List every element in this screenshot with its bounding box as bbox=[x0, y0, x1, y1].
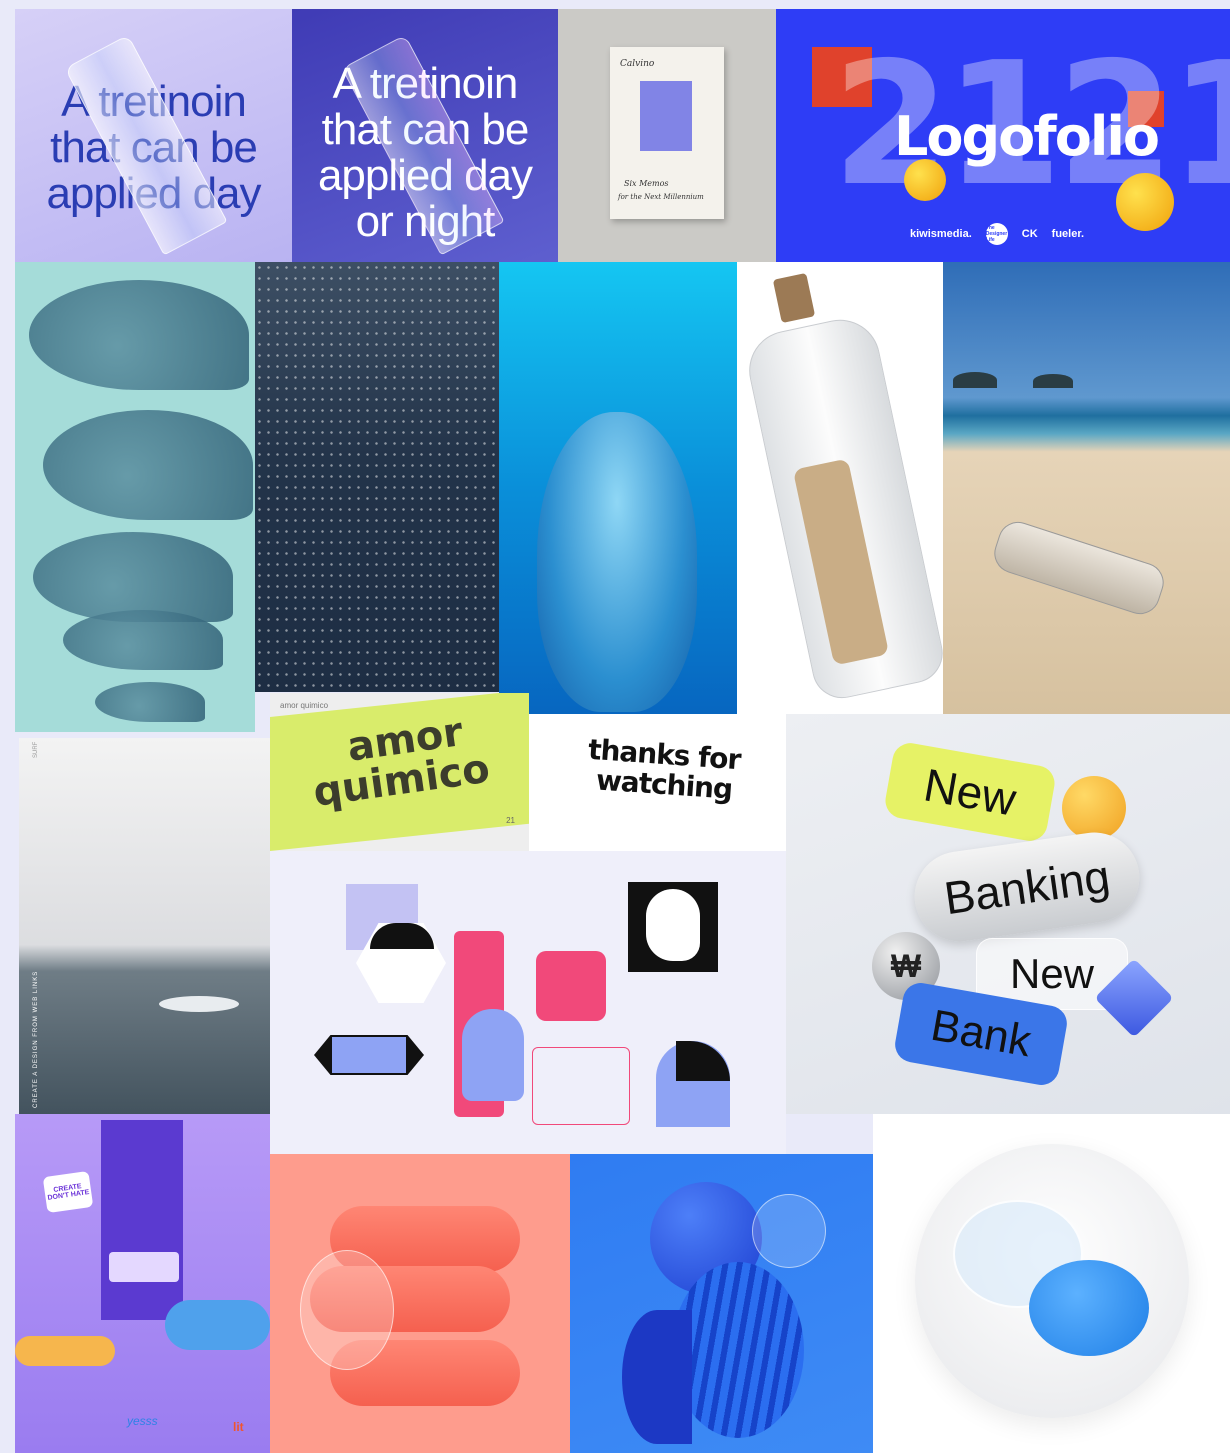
footer-logo: kiwismedia. bbox=[910, 228, 972, 240]
face-red-devil bbox=[536, 951, 606, 1021]
glass-disc bbox=[300, 1250, 394, 1370]
wave-image bbox=[33, 532, 233, 622]
bank-label: Bank bbox=[927, 1000, 1035, 1067]
book-cover: Calvino Six Memos for the Next Millenniu… bbox=[610, 47, 724, 219]
purple-lockers-tile[interactable]: CREATE DON'T HATE yesss lit bbox=[15, 1114, 270, 1453]
sparkle-texture bbox=[255, 262, 499, 692]
face-blue-in-puzzle bbox=[462, 1009, 524, 1101]
coral-cylinders-tile[interactable] bbox=[270, 1154, 570, 1453]
footer-logo: fueler. bbox=[1051, 228, 1085, 240]
logofolio-footer: kiwismedia. The Designer Life CK fueler. bbox=[910, 223, 1084, 245]
yellow-sphere bbox=[1116, 173, 1174, 231]
book-subtitle-2: for the Next Millennium bbox=[618, 193, 704, 201]
coin-symbol: ₩ bbox=[890, 947, 922, 984]
bottle-message-tile[interactable] bbox=[737, 262, 943, 714]
surf-vertical-caption: CREATE A DESIGN FROM WEB LINKS bbox=[33, 970, 39, 1108]
new-banking-tile[interactable]: New Banking ₩ New Bank bbox=[786, 714, 1230, 1114]
beach-bottle-image bbox=[989, 516, 1169, 620]
amor-quimico-tile[interactable]: amor quimico amor quimico 21 bbox=[270, 693, 529, 851]
thanks-line: watching bbox=[594, 763, 734, 806]
book-list-graphic bbox=[640, 81, 692, 151]
island-image bbox=[1033, 374, 1073, 388]
puzzle-faces-tile[interactable] bbox=[270, 851, 786, 1154]
book-title: Calvino bbox=[620, 59, 655, 69]
dolphin-image bbox=[537, 412, 697, 712]
chat-bubbles-tile[interactable] bbox=[873, 1114, 1230, 1453]
new-label: New bbox=[1009, 950, 1095, 997]
hand-left bbox=[15, 1336, 115, 1366]
waves-illustration-tile[interactable] bbox=[15, 262, 255, 732]
dark-hemisphere bbox=[622, 1310, 692, 1444]
puzzle-outline bbox=[532, 1047, 630, 1125]
yellow-sphere bbox=[904, 159, 946, 201]
dolphin-tile[interactable] bbox=[499, 262, 737, 714]
new-label: New bbox=[920, 758, 1020, 826]
amor-corner-label: amor quimico bbox=[280, 701, 329, 710]
sticker-lit: lit bbox=[233, 1420, 244, 1434]
hand-right bbox=[165, 1300, 270, 1350]
face-skeptical-hair bbox=[676, 1041, 730, 1081]
book-subtitle: Six Memos bbox=[624, 179, 669, 188]
footer-logo: The Designer Life bbox=[985, 223, 1008, 245]
banking-pill-glass: Banking bbox=[908, 826, 1146, 948]
face-hexagon-blue bbox=[332, 1037, 406, 1073]
retinoin-light-tile[interactable]: A tretinoin that can be applied day bbox=[15, 9, 292, 262]
new-pill-yellow: New bbox=[882, 740, 1058, 844]
amor-number: 21 bbox=[506, 816, 515, 825]
locker-open bbox=[101, 1120, 183, 1320]
logofolio-tile[interactable]: 2121 Logofolio kiwismedia. The Designer … bbox=[776, 9, 1230, 262]
glass-bubble bbox=[752, 1194, 826, 1268]
chat-bubble-blue bbox=[1029, 1260, 1149, 1356]
wave-image bbox=[63, 610, 223, 670]
logofolio-title: Logofolio bbox=[894, 105, 1160, 168]
thanks-text: thanks for watching bbox=[585, 733, 741, 806]
face-screaming-white bbox=[646, 889, 700, 961]
banking-label: Banking bbox=[941, 849, 1113, 925]
sticker-text: CREATE DON'T HATE bbox=[47, 1183, 90, 1202]
cork-image bbox=[772, 272, 816, 324]
surf-label: SURF bbox=[33, 741, 39, 758]
thanks-for-watching-tile[interactable]: thanks for watching bbox=[529, 714, 786, 851]
footer-logo: CK bbox=[1021, 228, 1038, 240]
surf-photo-tile[interactable]: SURF CREATE A DESIGN FROM WEB LINKS bbox=[19, 738, 270, 1114]
wave-image bbox=[95, 682, 205, 722]
sticker-yesss: yesss bbox=[127, 1414, 158, 1428]
blue-spheres-tile[interactable] bbox=[570, 1154, 873, 1453]
wave-foam bbox=[159, 996, 239, 1012]
sparkling-sea-tile[interactable] bbox=[255, 262, 499, 692]
island-image bbox=[953, 372, 997, 388]
sticker-create-dont-hate: CREATE DON'T HATE bbox=[42, 1170, 94, 1214]
calvino-book-tile[interactable]: Calvino Six Memos for the Next Millenniu… bbox=[558, 9, 776, 262]
locker-shelf bbox=[109, 1252, 179, 1282]
wave-image bbox=[29, 280, 249, 390]
smiley-emoji bbox=[1062, 776, 1126, 840]
beach-bottle-tile[interactable] bbox=[943, 262, 1230, 714]
retinoin-dark-tile[interactable]: A tretinoin that can be applied day or n… bbox=[292, 9, 558, 262]
wave-image bbox=[43, 410, 253, 520]
